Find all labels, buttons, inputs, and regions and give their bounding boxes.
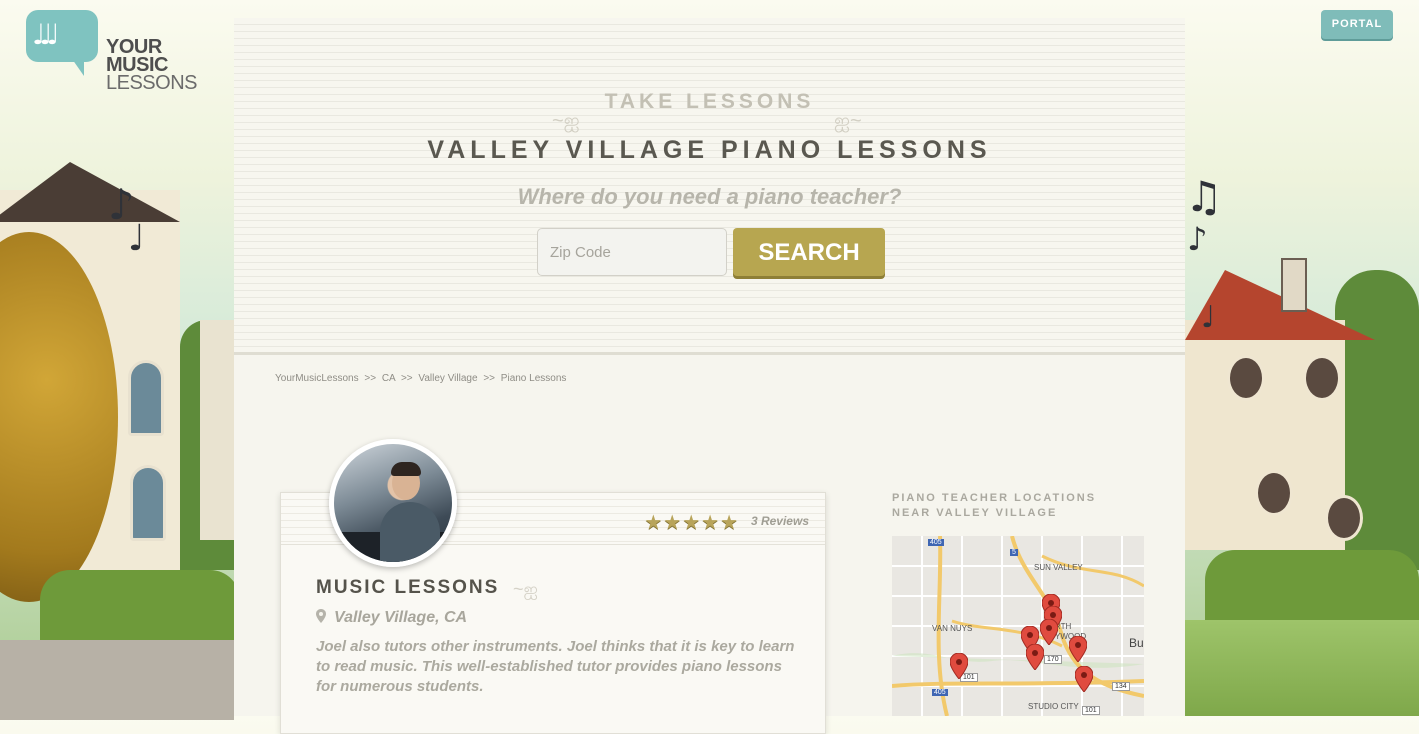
breadcrumb-separator: >> <box>400 373 413 384</box>
map-heading: PIANO TEACHER LOCATIONS NEAR VALLEY VILL… <box>892 491 1132 521</box>
right-house-window <box>1227 355 1265 401</box>
map-heading-line-1: PIANO TEACHER LOCATIONS <box>892 492 1097 504</box>
locations-map[interactable]: SUN VALLEY VAN NUYS RTH YWOOD Bu STUDIO … <box>892 536 1144 716</box>
right-house-window <box>1325 495 1363 541</box>
breadcrumb-link-home[interactable]: YourMusicLessons <box>275 373 359 384</box>
highway-shield: 405 <box>932 689 948 696</box>
right-lawn <box>1185 620 1419 716</box>
map-label: SUN VALLEY <box>1034 563 1083 572</box>
page-title: VALLEY VILLAGE PIANO LESSONS <box>427 136 992 164</box>
map-heading-line-2: NEAR VALLEY VILLAGE <box>892 507 1058 519</box>
location-pin-icon <box>316 609 326 623</box>
music-note-icon: ♪ <box>1187 220 1208 258</box>
highway-shield: 101 <box>1082 706 1100 715</box>
swirl-right-icon: ஐ~ <box>834 110 862 132</box>
highway-shield: 134 <box>1112 682 1130 691</box>
music-note-icon: ♩ <box>128 218 145 259</box>
breadcrumb-current[interactable]: Piano Lessons <box>501 373 567 384</box>
highway-shield: 170 <box>1044 655 1062 664</box>
search-button[interactable]: SEARCH <box>733 228 885 276</box>
rating-stars: ★★★★★ <box>644 510 739 534</box>
breadcrumb-link-city[interactable]: Valley Village <box>418 373 477 384</box>
swirl-icon: ~ஐ <box>513 579 538 599</box>
breadcrumb-link-state[interactable]: CA <box>382 373 395 384</box>
map-pin-icon[interactable] <box>1075 666 1093 692</box>
music-notes-icon: ♩♩♩ <box>32 18 60 51</box>
logo-wordmark: YOUR MUSIC LESSONS <box>106 37 197 94</box>
breadcrumb-separator: >> <box>483 373 496 384</box>
map-label: VAN NUYS <box>932 624 973 633</box>
logo-line-3: LESSONS <box>106 72 197 94</box>
left-house-2 <box>200 320 234 540</box>
teacher-description: Joel also tutors other instruments. Joel… <box>316 638 795 695</box>
portal-button[interactable]: PORTAL <box>1321 10 1393 39</box>
card-location: Valley Village, CA <box>316 608 467 627</box>
left-sidewalk <box>0 640 234 720</box>
music-note-icon: ♩ <box>1201 300 1216 335</box>
left-house-roof <box>0 162 180 222</box>
highway-shield: 5 <box>1010 549 1018 556</box>
left-scenery: ♪ ♩ <box>0 162 240 720</box>
right-house-window <box>1303 355 1341 401</box>
location-text: Valley Village, CA <box>334 609 468 626</box>
teacher-avatar[interactable] <box>329 439 457 567</box>
map-label: Bu <box>1129 636 1144 650</box>
right-scenery: ♫ ♪ ♩ <box>1185 170 1419 716</box>
hero-panel: ~ஐ TAKE LESSONS ஐ~ VALLEY VILLAGE PIANO … <box>234 18 1185 355</box>
hero-eyebrow: TAKE LESSONS <box>604 90 815 113</box>
music-note-icon: ♫ <box>1185 172 1223 221</box>
left-house-window <box>128 360 164 436</box>
map-canvas <box>892 536 1144 716</box>
site-logo[interactable]: ♩♩♩ YOUR MUSIC LESSONS <box>26 10 216 100</box>
reviews-link[interactable]: 3 Reviews <box>751 514 809 528</box>
zip-code-input[interactable] <box>537 228 727 276</box>
breadcrumb: YourMusicLessons >> CA >> Valley Village… <box>275 373 566 384</box>
left-house-window <box>130 465 166 541</box>
breadcrumb-separator: >> <box>364 373 377 384</box>
content-panel: YourMusicLessons >> CA >> Valley Village… <box>234 355 1185 734</box>
logo-bubble-tail <box>70 56 84 76</box>
avatar-shirt <box>380 502 440 562</box>
map-pin-icon[interactable] <box>1040 619 1058 645</box>
map-pin-icon[interactable] <box>1069 636 1087 662</box>
search-prompt: Where do you need a piano teacher? <box>517 184 902 209</box>
map-label: STUDIO CITY <box>1028 702 1079 711</box>
card-title[interactable]: MUSIC LESSONS <box>316 577 499 599</box>
right-house-chimney <box>1281 258 1307 312</box>
highway-shield: 405 <box>928 539 944 546</box>
map-pin-icon[interactable] <box>1026 644 1044 670</box>
map-pin-icon[interactable] <box>950 653 968 679</box>
right-house-window <box>1255 470 1293 516</box>
avatar-hair <box>391 462 421 476</box>
teacher-card[interactable]: ★★★★★ 3 Reviews MUSIC LESSONS ~ஐ Valley … <box>280 439 826 734</box>
